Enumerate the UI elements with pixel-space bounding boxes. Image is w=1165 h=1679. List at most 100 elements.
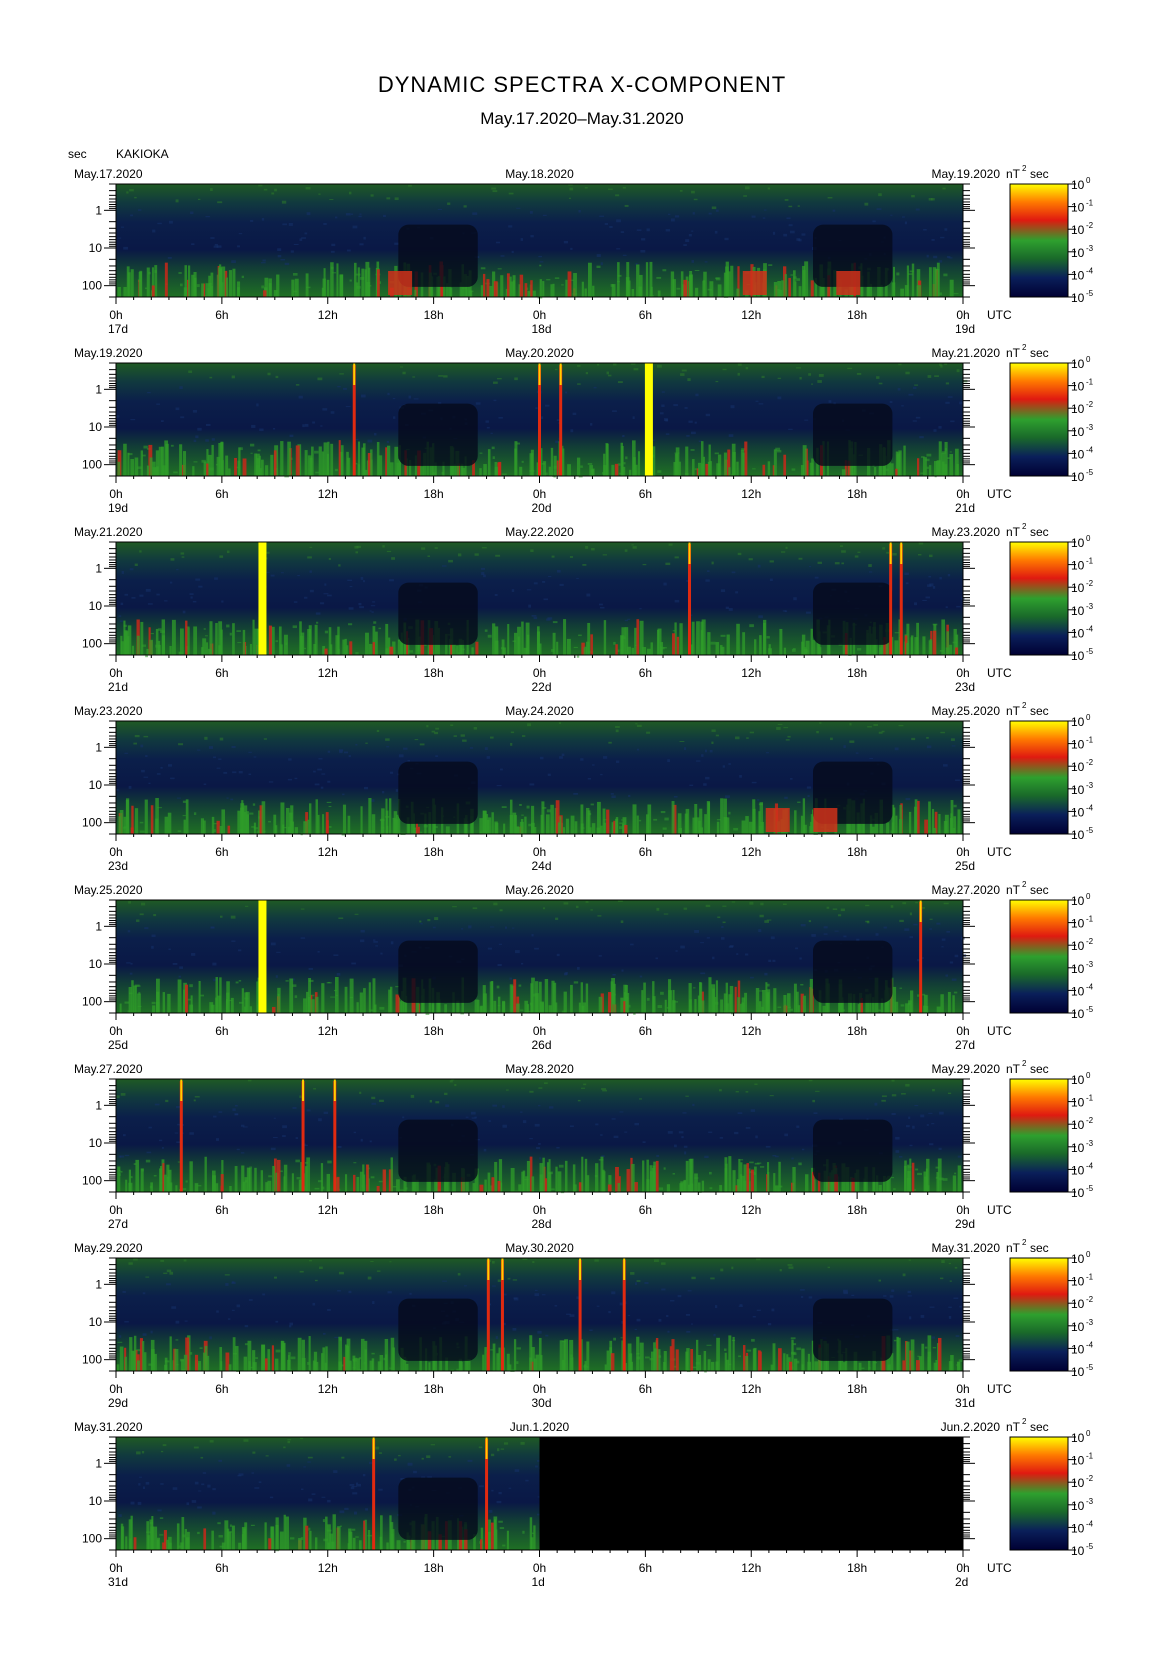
texture-dot <box>735 591 739 594</box>
y-tick-label: 1 <box>95 919 102 933</box>
activity-mark <box>617 1183 621 1192</box>
activity-mark <box>563 991 567 1013</box>
activity-mark <box>390 986 393 1013</box>
activity-mark <box>314 1537 318 1550</box>
activity-mark <box>287 826 292 834</box>
x-axis-unit: UTC <box>987 1203 1012 1217</box>
texture-dot <box>295 384 300 386</box>
texture-dot <box>495 554 501 557</box>
texture-dot <box>622 254 627 256</box>
texture-dot <box>627 1314 631 1316</box>
day-label: 22d <box>532 680 552 694</box>
colorbar-tick-exponent: 0 <box>1086 176 1091 185</box>
texture-dot <box>167 764 173 767</box>
activity-mark <box>328 627 332 655</box>
activity-mark <box>268 1538 272 1550</box>
activity-mark <box>366 281 371 297</box>
texture-dot <box>307 1456 313 1459</box>
texture-dot <box>665 418 669 422</box>
texture-dot <box>946 930 951 933</box>
texture-dot <box>667 1330 670 1333</box>
activity-mark <box>943 820 948 834</box>
texture-dot <box>491 446 495 450</box>
texture-dot <box>205 439 209 442</box>
texture-dot <box>547 617 553 620</box>
texture-dot <box>656 276 662 279</box>
texture-dot <box>386 746 390 748</box>
activity-mark <box>268 625 272 655</box>
texture-dot <box>511 250 514 254</box>
texture-dot <box>957 1155 962 1158</box>
texture-dot <box>556 419 560 421</box>
texture-dot <box>259 428 264 432</box>
texture-dot <box>624 204 629 207</box>
texture-dot <box>933 429 937 432</box>
texture-dot <box>619 1302 623 1306</box>
texture-dot <box>376 1270 381 1272</box>
texture-dot <box>399 1189 404 1191</box>
texture-dot <box>737 363 742 366</box>
activity-mark <box>738 1158 741 1192</box>
texture-dot <box>953 293 959 295</box>
texture-dot <box>516 1361 519 1364</box>
activity-mark <box>243 1528 246 1550</box>
texture-dot <box>687 1290 692 1292</box>
activity-mark <box>788 1361 793 1371</box>
activity-mark <box>587 622 591 655</box>
texture-dot <box>270 1147 276 1151</box>
texture-dot <box>456 1368 459 1371</box>
activity-mark <box>572 1164 576 1192</box>
texture-dot <box>339 1510 345 1514</box>
texture-dot <box>254 1487 260 1489</box>
texture-dot <box>486 426 490 429</box>
texture-dot <box>950 420 955 423</box>
activity-mark <box>553 455 557 476</box>
activity-mark <box>723 993 728 1013</box>
texture-dot <box>878 382 883 385</box>
activity-mark <box>694 1173 698 1192</box>
texture-dot <box>622 186 626 189</box>
activity-mark <box>924 819 928 834</box>
activity-mark <box>671 801 675 834</box>
activity-mark <box>717 284 722 297</box>
activity-mark <box>252 619 255 655</box>
texture-dot <box>834 562 840 565</box>
activity-mark <box>116 1364 120 1371</box>
activity-mark <box>212 1170 216 1192</box>
colorbar-tick-base: 10 <box>1071 447 1085 461</box>
texture-dot <box>875 933 879 936</box>
colorbar-unit-exponent: 2 <box>1022 1238 1027 1247</box>
activity-mark <box>208 454 212 476</box>
activity-mark <box>948 1361 953 1371</box>
texture-dot <box>811 383 814 385</box>
texture-dot <box>478 1446 483 1449</box>
texture-dot <box>350 1486 355 1490</box>
activity-mark <box>728 1335 732 1371</box>
activity-mark <box>685 446 689 476</box>
texture-dot <box>322 1519 325 1523</box>
activity-mark <box>610 1353 615 1371</box>
activity-mark <box>541 1002 544 1013</box>
texture-dot <box>692 212 695 215</box>
texture-dot <box>828 400 832 403</box>
activity-mark <box>390 1157 393 1192</box>
x-tick-label: 18h <box>847 1024 867 1038</box>
texture-dot <box>557 569 561 573</box>
activity-mark <box>356 1176 360 1192</box>
activity-mark <box>386 445 391 476</box>
texture-dot <box>277 254 282 258</box>
activity-mark <box>297 1337 302 1371</box>
texture-dot <box>768 264 773 266</box>
colorbar-tick-exponent: -4 <box>1086 982 1094 991</box>
activity-mark <box>564 1160 568 1192</box>
activity-mark <box>581 281 584 297</box>
texture-dot <box>349 1484 355 1486</box>
texture-dot <box>461 928 464 930</box>
texture-dot <box>615 194 620 197</box>
x-tick-label: 0h <box>533 487 546 501</box>
activity-mark <box>357 464 361 476</box>
panel-7: May.29.2020 May.30.2020 May.31.2020 nT 2 sec1… <box>74 1238 1094 1410</box>
texture-dot <box>737 372 740 376</box>
event-spike-core-3 <box>333 1079 336 1101</box>
texture-dot <box>715 380 719 383</box>
